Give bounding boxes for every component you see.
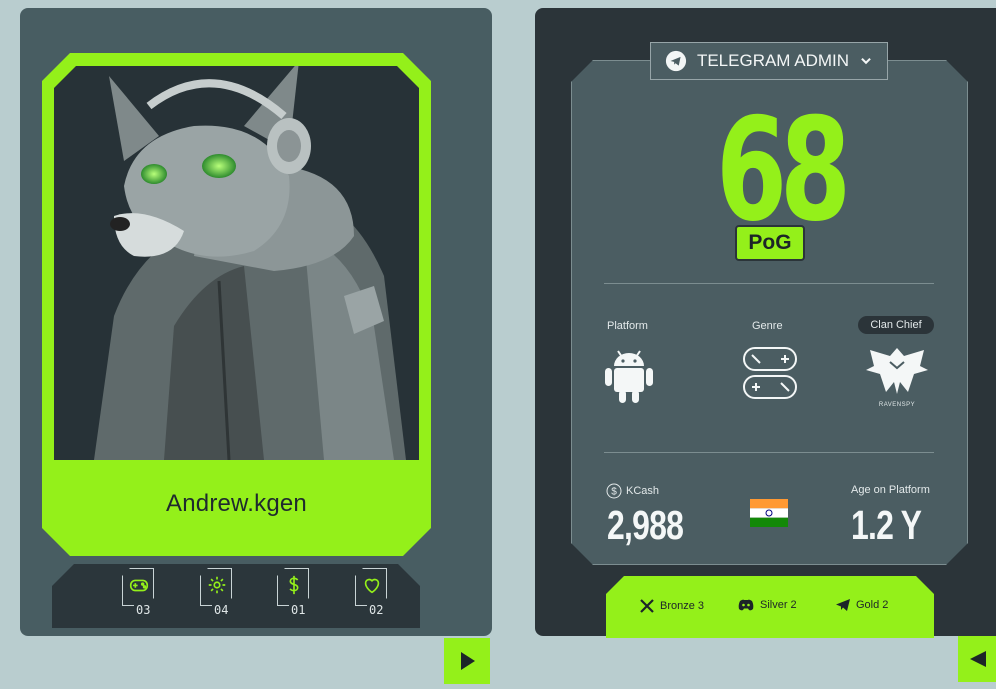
kcash-label: KCash (626, 485, 660, 497)
kcash-header: $ KCash (606, 483, 659, 499)
telegram-badge[interactable]: Gold 2 (836, 599, 888, 611)
stat-likes[interactable]: 02 (355, 568, 391, 617)
heart-icon (364, 578, 380, 594)
role-dropdown[interactable]: TELEGRAM ADMIN (650, 42, 888, 80)
pog-label: PoG (735, 225, 805, 261)
kcash-value: 2,988 (607, 502, 684, 548)
clan-name: RAVENSPY (878, 402, 916, 408)
genre-icon (743, 347, 797, 399)
dollar-icon (289, 575, 299, 595)
platform-label: Platform (607, 320, 648, 332)
stat-currency[interactable]: 01 (277, 568, 313, 617)
discord-icon (738, 599, 754, 611)
stat-games[interactable]: 03 (122, 568, 158, 617)
discord-badge[interactable]: Silver 2 (738, 599, 797, 611)
dollar-circle-icon: $ (606, 483, 622, 499)
android-icon (605, 350, 653, 403)
role-label: TELEGRAM ADMIN (696, 51, 850, 70)
next-button[interactable] (444, 638, 490, 684)
genre-label: Genre (752, 320, 783, 332)
prev-button[interactable] (958, 636, 996, 682)
player-avatar (54, 66, 419, 460)
gear-icon (208, 576, 226, 594)
ravenspy-clan-logo (866, 348, 928, 394)
telegram-icon (665, 50, 687, 72)
play-left-icon (970, 651, 986, 667)
age-value: 1.2 Y (851, 502, 922, 548)
clan-chief-badge: Clan Chief (858, 316, 934, 334)
x-badge[interactable]: Bronze 3 (640, 599, 704, 613)
player-name: Andrew.kgen (166, 490, 307, 517)
divider (604, 452, 934, 453)
x-icon (640, 599, 654, 613)
divider (604, 283, 934, 284)
chevron-down-icon (861, 57, 871, 65)
india-flag-icon (750, 499, 788, 527)
age-label: Age on Platform (851, 484, 930, 496)
telegram-icon (836, 599, 850, 611)
svg-text:$: $ (611, 487, 617, 498)
gamepad-icon (129, 579, 149, 592)
play-right-icon (461, 652, 475, 670)
pog-score: 68 (716, 88, 851, 253)
stat-settings[interactable]: 04 (200, 568, 236, 617)
